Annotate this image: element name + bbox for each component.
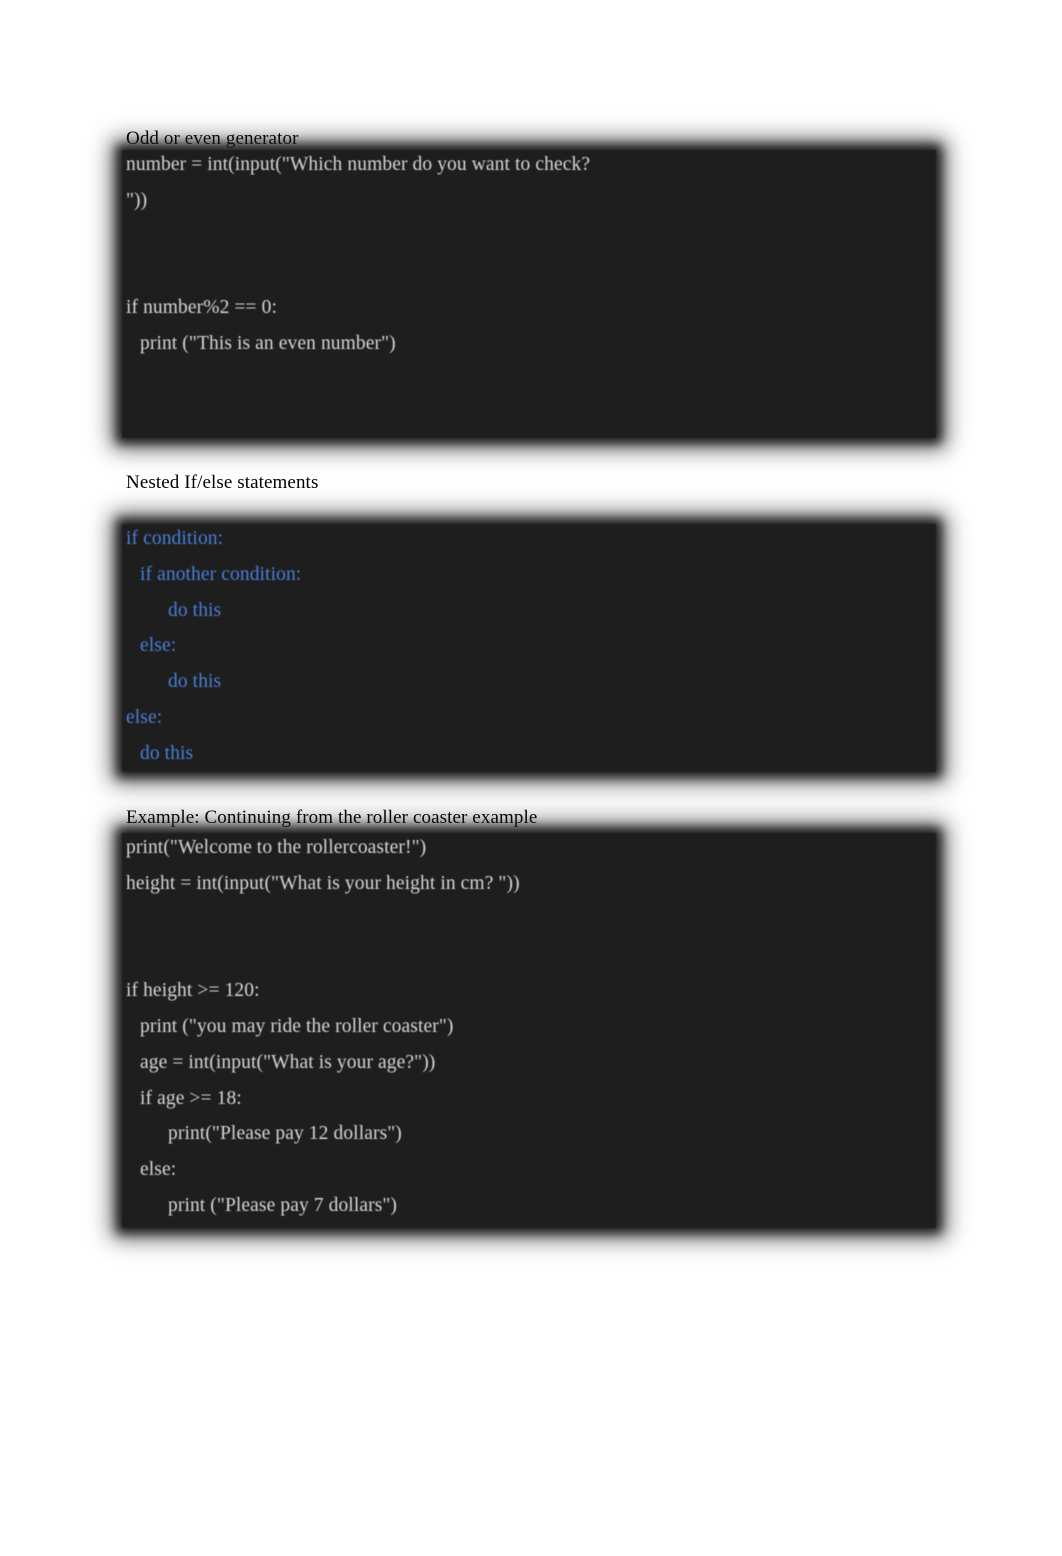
code-block-odd-even: number = int(input("Which number do you … (122, 150, 936, 438)
code-line: ")) (126, 189, 148, 211)
code-line: else: (140, 1159, 177, 1181)
heading-nested-if-else: Nested If/else statements (126, 472, 319, 493)
code-line: if number%2 == 0: (126, 297, 277, 319)
code-line: print("Welcome to the rollercoaster!") (126, 837, 427, 858)
heading-roller-coaster: Example: Continuing from the roller coas… (126, 807, 538, 828)
code-line: age = int(input("What is your age?")) (140, 1051, 436, 1073)
code-line: print ("Please pay 7 dollars") (168, 1195, 398, 1216)
code-line: if age >= 18: (140, 1087, 242, 1109)
code-line: print ("This is an even number") (140, 333, 396, 354)
code-block-nested-if-else: if condition: if another condition: do thi… (122, 524, 936, 772)
heading-odd-even: Odd or even generator (126, 128, 299, 149)
code-line: do this (168, 671, 222, 693)
code-line: else: (126, 707, 163, 728)
code-line: do this (140, 742, 194, 764)
code-line: height = int(input("What is your height … (126, 872, 520, 894)
document-page: Odd or even generator number = int(input… (0, 0, 1062, 1556)
code-line: print("Please pay 12 dollars") (168, 1123, 402, 1145)
code-line: if height >= 120: (126, 980, 260, 1002)
code-line: print ("you may ride the roller coaster"… (140, 1016, 454, 1037)
code-line: do this (168, 599, 222, 621)
code-line: if condition: (126, 528, 224, 549)
code-line: if another condition: (140, 563, 302, 585)
code-block-roller-coaster: print("Welcome to the rollercoaster!") he… (122, 833, 936, 1228)
code-line: number = int(input("Which number do you … (126, 154, 591, 175)
code-line: else: (140, 635, 177, 657)
